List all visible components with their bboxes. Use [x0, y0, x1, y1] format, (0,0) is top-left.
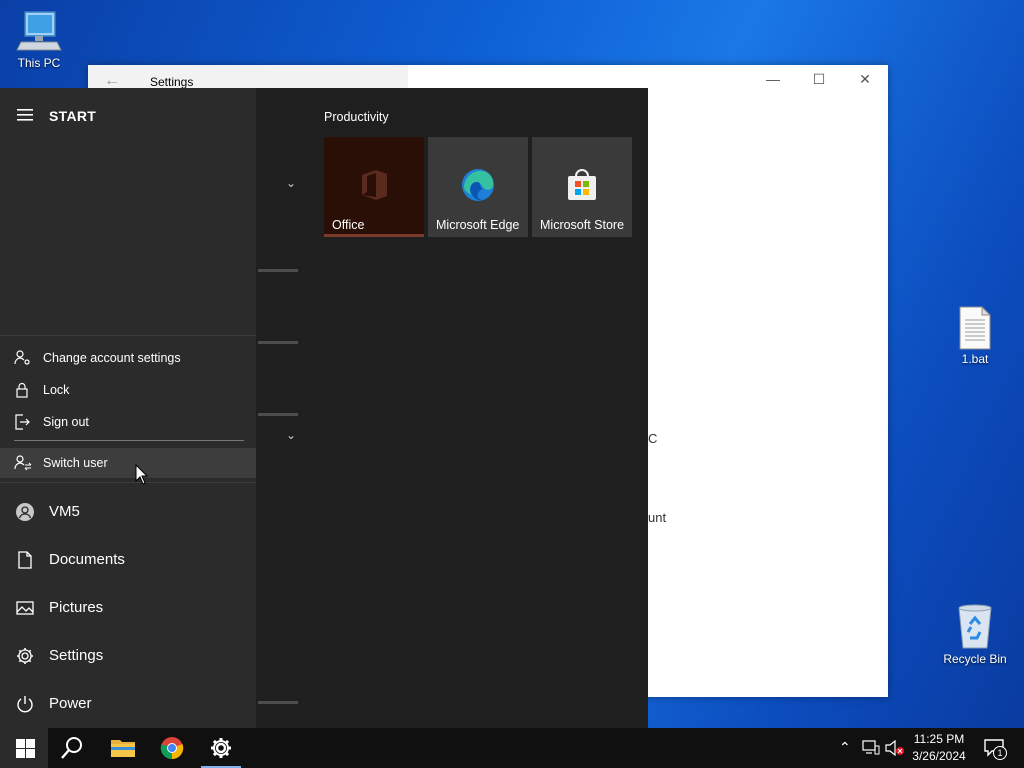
notification-badge: 1 — [993, 746, 1007, 760]
clock[interactable]: 11:25 PM 3/26/2024 — [904, 731, 974, 765]
lock-icon — [16, 382, 28, 398]
rail-item-label: Settings — [49, 647, 104, 664]
app-list-separator — [258, 341, 298, 344]
volume-muted-icon[interactable] — [885, 740, 905, 756]
start-header[interactable]: START — [0, 104, 256, 128]
hamburger-menu-icon[interactable] — [17, 109, 33, 121]
app-list-separator — [258, 413, 298, 416]
minimize-icon[interactable]: — — [758, 71, 788, 91]
switch-user-icon — [14, 455, 32, 471]
rail-item-user[interactable]: VM5 — [0, 490, 256, 534]
app-list-separator — [258, 269, 298, 272]
notification-button[interactable]: 1 — [982, 728, 1012, 768]
tile-office[interactable]: Office — [324, 137, 424, 237]
batch-file-icon — [959, 306, 992, 350]
clock-date: 3/26/2024 — [912, 749, 966, 763]
search-button[interactable] — [48, 728, 96, 768]
desktop-icon-label: This PC — [17, 56, 61, 70]
tile-label: Office — [332, 218, 365, 232]
folder-icon — [111, 740, 135, 757]
power-icon — [17, 696, 33, 713]
lock-item[interactable]: Lock — [0, 375, 256, 405]
mouse-cursor-icon — [135, 464, 149, 485]
computer-icon — [16, 11, 62, 51]
flyout-item-label: Sign out — [43, 415, 89, 429]
change-account-settings-item[interactable]: Change account settings — [0, 343, 256, 373]
flyout-item-label: Change account settings — [43, 351, 181, 365]
network-icon[interactable] — [862, 740, 880, 756]
document-icon — [18, 551, 32, 569]
tile-microsoft-store[interactable]: Microsoft Store — [532, 137, 632, 237]
switch-user-item[interactable]: Switch user — [0, 448, 256, 478]
flyout-item-label: Switch user — [43, 456, 108, 470]
office-icon — [362, 170, 387, 200]
picture-icon — [16, 601, 34, 615]
desktop-icon-this-pc[interactable]: This PC — [4, 10, 74, 70]
tile-microsoft-edge[interactable]: Microsoft Edge — [428, 137, 528, 237]
flyout-divider — [14, 440, 244, 441]
file-explorer-button[interactable] — [98, 728, 146, 768]
account-flyout: Change account settings Lock Sign out Sw… — [0, 335, 257, 483]
desktop-icon-recycle-bin[interactable]: Recycle Bin — [940, 602, 1010, 666]
rail-item-label: VM5 — [49, 503, 80, 520]
desktop-icon-label: Recycle Bin — [943, 652, 1007, 666]
rail-item-label: Power — [49, 695, 92, 712]
rail-item-label: Pictures — [49, 599, 104, 616]
start-button[interactable] — [0, 728, 48, 768]
flyout-item-label: Lock — [43, 383, 70, 397]
tile-label: Microsoft Edge — [436, 218, 520, 232]
recycle-bin-icon — [958, 604, 992, 649]
store-icon — [568, 169, 596, 200]
rail-item-power[interactable]: Power — [0, 682, 256, 726]
chevron-down-icon[interactable]: ⌄ — [286, 176, 296, 190]
rail-item-settings[interactable]: Settings — [0, 634, 256, 678]
clock-time: 11:25 PM — [913, 732, 965, 746]
search-icon — [61, 737, 82, 759]
sign-out-item[interactable]: Sign out — [0, 407, 256, 437]
maximize-icon[interactable]: ☐ — [804, 71, 834, 91]
gear-icon — [17, 648, 33, 664]
person-gear-icon — [14, 350, 30, 365]
desktop-icon-label: 1.bat — [961, 352, 989, 366]
app-list-separator — [258, 701, 298, 704]
start-menu[interactable]: START Change account settings Lock Sign … — [0, 88, 648, 728]
edge-icon — [462, 169, 494, 201]
start-title: START — [49, 108, 97, 124]
windows-logo-icon — [16, 739, 35, 758]
desktop-icon-1-bat[interactable]: 1.bat — [940, 306, 1010, 366]
tile-label: Microsoft Store — [540, 218, 625, 232]
settings-window-title: Settings — [150, 75, 194, 89]
rail-item-pictures[interactable]: Pictures — [0, 586, 256, 630]
rail-item-documents[interactable]: Documents — [0, 538, 256, 582]
taskbar: ⌃ 11:25 PM 3/26/2024 1 — [0, 728, 1024, 768]
sign-out-icon — [15, 414, 30, 430]
settings-peek-text: unt — [648, 510, 667, 525]
settings-peek-text: C — [648, 431, 658, 446]
start-rail: START Change account settings Lock Sign … — [0, 88, 257, 728]
chevron-down-icon[interactable]: ⌄ — [286, 428, 296, 442]
chevron-up-icon[interactable]: ⌃ — [839, 739, 851, 768]
close-icon[interactable]: ✕ — [850, 71, 880, 91]
user-avatar-icon — [16, 503, 34, 521]
rail-item-label: Documents — [49, 551, 125, 568]
chrome-button[interactable] — [148, 728, 196, 768]
app-list[interactable]: ⌄ ⌄ — [256, 88, 300, 728]
tile-group-label: Productivity — [324, 110, 389, 124]
settings-taskbar-button[interactable] — [197, 728, 245, 768]
gear-icon — [211, 738, 231, 758]
chrome-icon — [160, 737, 184, 760]
